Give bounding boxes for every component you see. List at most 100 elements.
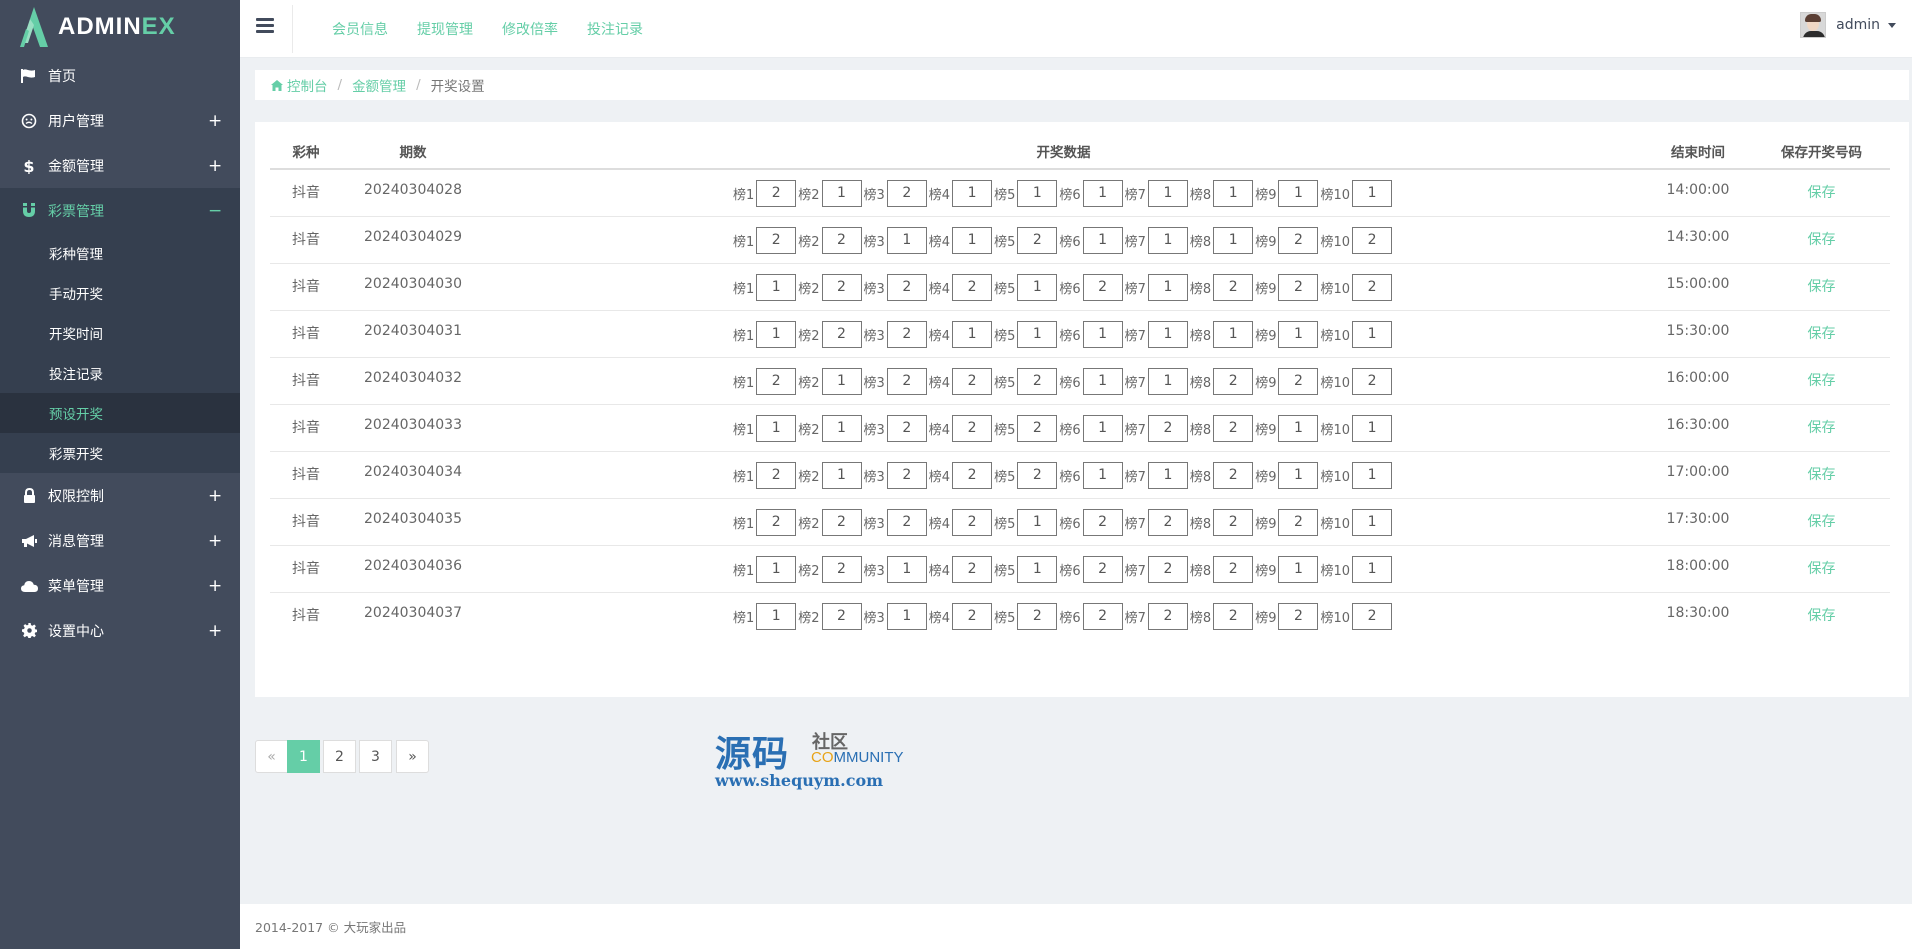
save-link[interactable]: 保存 [1808,467,1836,483]
slot-value-input[interactable] [1352,555,1393,583]
slot-value-input[interactable] [1017,461,1058,489]
slot-value-input[interactable] [1017,273,1058,301]
save-link[interactable]: 保存 [1808,373,1836,389]
sidebar-item-2[interactable]: $ 金额管理 + [0,143,240,188]
save-link[interactable]: 保存 [1808,185,1836,201]
slot-value-input[interactable] [1278,414,1319,442]
slot-value-input[interactable] [821,414,862,442]
slot-value-input[interactable] [1352,461,1393,489]
slot-value-input[interactable] [1213,273,1254,301]
save-link[interactable]: 保存 [1808,561,1836,577]
sidebar-item-3[interactable]: 彩票管理 − [0,188,240,233]
pagination-prev[interactable]: « [255,740,288,773]
slot-value-input[interactable] [1082,226,1123,254]
slot-value-input[interactable] [1147,508,1188,536]
save-link[interactable]: 保存 [1808,279,1836,295]
slot-value-input[interactable] [1082,414,1123,442]
slot-value-input[interactable] [1352,508,1393,536]
sidebar-subitem-0[interactable]: 彩种管理 [0,233,240,273]
slot-value-input[interactable] [952,461,993,489]
slot-value-input[interactable] [756,273,797,301]
slot-value-input[interactable] [1213,226,1254,254]
slot-value-input[interactable] [1278,226,1319,254]
pagination-page[interactable]: 2 [323,740,356,773]
slot-value-input[interactable] [952,508,993,536]
slot-value-input[interactable] [821,555,862,583]
slot-value-input[interactable] [886,555,927,583]
slot-value-input[interactable] [1082,508,1123,536]
pagination-page[interactable]: 1 [287,740,320,773]
slot-value-input[interactable] [1082,320,1123,348]
sidebar-subitem-3[interactable]: 投注记录 [0,353,240,393]
save-link[interactable]: 保存 [1808,608,1836,624]
slot-value-input[interactable] [952,273,993,301]
slot-value-input[interactable] [1352,179,1393,207]
slot-value-input[interactable] [1017,414,1058,442]
slot-value-input[interactable] [1213,414,1254,442]
slot-value-input[interactable] [886,461,927,489]
slot-value-input[interactable] [1082,602,1123,630]
slot-value-input[interactable] [1213,461,1254,489]
slot-value-input[interactable] [1017,179,1058,207]
slot-value-input[interactable] [1017,555,1058,583]
slot-value-input[interactable] [1278,320,1319,348]
top-link-1[interactable]: 提现管理 [417,19,473,39]
slot-value-input[interactable] [756,226,797,254]
slot-value-input[interactable] [1352,273,1393,301]
slot-value-input[interactable] [1278,179,1319,207]
slot-value-input[interactable] [1147,320,1188,348]
slot-value-input[interactable] [1017,602,1058,630]
slot-value-input[interactable] [821,508,862,536]
slot-value-input[interactable] [821,461,862,489]
top-link-2[interactable]: 修改倍率 [502,19,558,39]
slot-value-input[interactable] [952,179,993,207]
slot-value-input[interactable] [756,508,797,536]
top-link-0[interactable]: 会员信息 [332,19,388,39]
sidebar-subitem-4[interactable]: 预设开奖 [0,393,240,433]
save-link[interactable]: 保存 [1808,514,1836,530]
sidebar-item-1[interactable]: 用户管理 + [0,98,240,143]
pagination-page[interactable]: 3 [359,740,392,773]
slot-value-input[interactable] [952,320,993,348]
slot-value-input[interactable] [1352,226,1393,254]
slot-value-input[interactable] [1082,555,1123,583]
sidebar-item-7[interactable]: 设置中心 + [0,608,240,653]
slot-value-input[interactable] [886,508,927,536]
slot-value-input[interactable] [1147,179,1188,207]
slot-value-input[interactable] [1278,555,1319,583]
slot-value-input[interactable] [756,414,797,442]
slot-value-input[interactable] [952,226,993,254]
slot-value-input[interactable] [1147,555,1188,583]
sidebar-item-6[interactable]: 菜单管理 + [0,563,240,608]
sidebar-item-4[interactable]: 权限控制 + [0,473,240,518]
slot-value-input[interactable] [952,555,993,583]
slot-value-input[interactable] [1213,602,1254,630]
slot-value-input[interactable] [1147,461,1188,489]
sidebar-subitem-2[interactable]: 开奖时间 [0,313,240,353]
sidebar-item-5[interactable]: 消息管理 + [0,518,240,563]
save-link[interactable]: 保存 [1808,326,1836,342]
slot-value-input[interactable] [1017,320,1058,348]
slot-value-input[interactable] [1213,367,1254,395]
slot-value-input[interactable] [1147,367,1188,395]
pagination-next[interactable]: » [396,740,429,773]
slot-value-input[interactable] [886,367,927,395]
slot-value-input[interactable] [1082,179,1123,207]
slot-value-input[interactable] [1213,508,1254,536]
slot-value-input[interactable] [1082,367,1123,395]
breadcrumb-home[interactable]: 控制台 [271,75,328,95]
logo[interactable]: ADMINEX [0,0,240,53]
top-link-3[interactable]: 投注记录 [587,19,643,39]
slot-value-input[interactable] [886,414,927,442]
slot-value-input[interactable] [1213,320,1254,348]
save-link[interactable]: 保存 [1808,232,1836,248]
slot-value-input[interactable] [1082,273,1123,301]
slot-value-input[interactable] [1278,602,1319,630]
slot-value-input[interactable] [1147,602,1188,630]
slot-value-input[interactable] [886,226,927,254]
slot-value-input[interactable] [886,602,927,630]
slot-value-input[interactable] [886,320,927,348]
user-menu[interactable]: admin [1800,12,1896,38]
slot-value-input[interactable] [821,367,862,395]
slot-value-input[interactable] [821,602,862,630]
